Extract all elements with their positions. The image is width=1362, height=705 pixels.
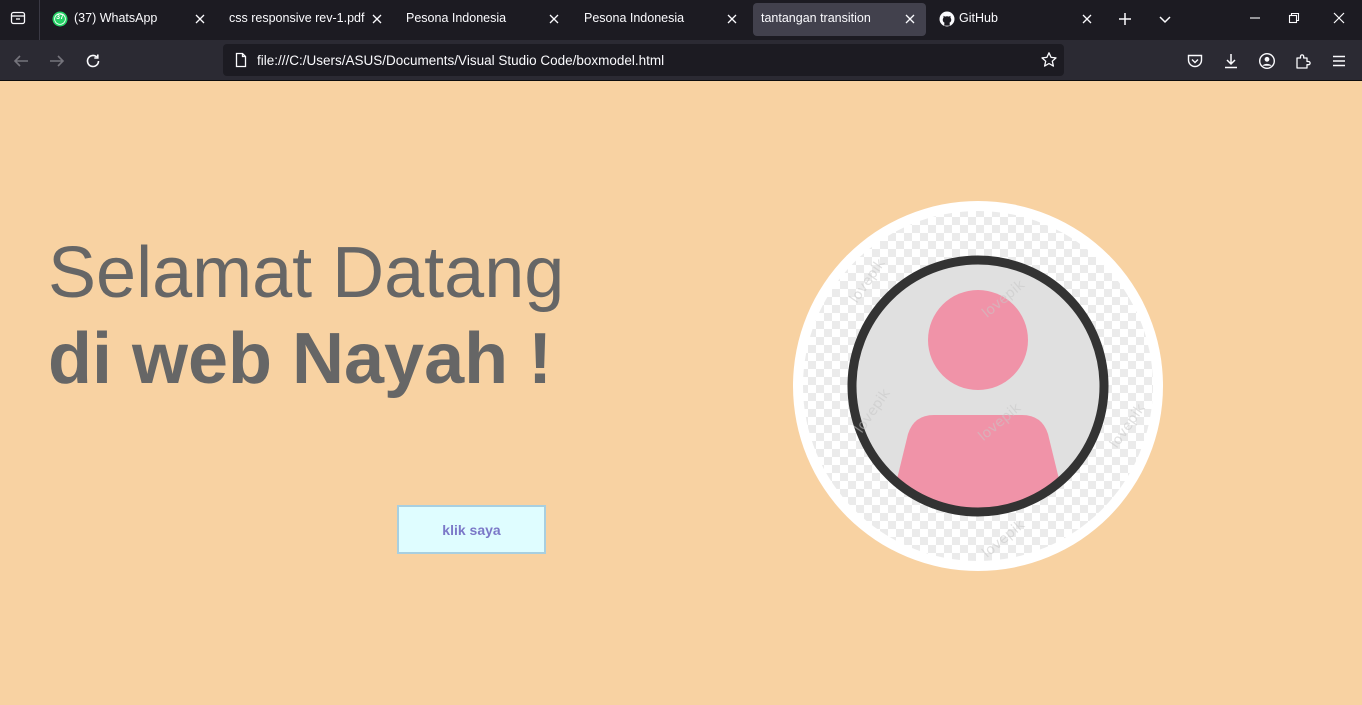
close-icon xyxy=(1333,12,1345,24)
arrow-right-icon xyxy=(50,55,65,67)
tab-title: (37) WhatsApp xyxy=(74,11,158,25)
heading-line-2: di web Nayah ! xyxy=(48,319,553,399)
avatar-head-shape xyxy=(928,290,1028,390)
extensions-button[interactable] xyxy=(1292,50,1314,72)
tab-title: css responsive rev-1.pdf xyxy=(229,11,365,25)
tab-title: Pesona Indonesia xyxy=(584,11,685,25)
tab-pesona-indonesia[interactable]: Pesona Indonesia xyxy=(396,3,570,36)
tab-title: Pesona Indonesia xyxy=(406,11,507,25)
tab-separator xyxy=(39,0,40,40)
minimize-icon xyxy=(1250,17,1260,19)
github-icon xyxy=(939,11,955,27)
plus-icon xyxy=(1119,13,1131,25)
close-tab-icon[interactable] xyxy=(192,11,208,27)
tab-strip: 37 (37) WhatsApp css responsive rev-1.pd… xyxy=(0,0,1362,40)
download-icon xyxy=(1225,54,1237,69)
forward-button[interactable] xyxy=(46,50,68,72)
url-bar[interactable]: file:///C:/Users/ASUS/Documents/Visual S… xyxy=(223,44,1064,76)
restore-button[interactable] xyxy=(1271,0,1317,36)
tab-pdf[interactable]: css responsive rev-1.pdf xyxy=(219,3,393,36)
menu-button[interactable] xyxy=(1328,50,1350,72)
chevron-down-icon xyxy=(1159,16,1171,24)
klik-saya-button[interactable]: klik saya xyxy=(397,505,546,554)
url-text: file:///C:/Users/ASUS/Documents/Visual S… xyxy=(257,53,665,68)
tab-title: tantangan transition xyxy=(761,11,871,25)
restore-icon xyxy=(1288,12,1300,24)
firefox-view-icon xyxy=(10,11,26,25)
hamburger-menu-icon xyxy=(1333,55,1345,67)
list-all-tabs-button[interactable] xyxy=(1152,6,1178,32)
reload-icon xyxy=(86,54,100,68)
tab-badge: 37 xyxy=(56,14,64,21)
close-tab-icon[interactable] xyxy=(369,11,385,27)
close-tab-icon[interactable] xyxy=(902,11,918,27)
avatar-image: lovepik lovepik lovepik lovepik lovepik … xyxy=(792,201,1164,573)
tab-tantangan-transition[interactable]: tantangan transition xyxy=(753,3,926,36)
firefox-view-button[interactable] xyxy=(0,0,36,36)
back-button[interactable] xyxy=(10,50,32,72)
account-button[interactable] xyxy=(1256,50,1278,72)
pocket-button[interactable] xyxy=(1184,50,1206,72)
tab-whatsapp[interactable]: 37 (37) WhatsApp xyxy=(42,3,216,36)
puzzle-icon xyxy=(1296,54,1311,69)
account-icon xyxy=(1258,52,1276,70)
page-content: Selamat Datang di web Nayah ! klik saya xyxy=(0,81,1362,705)
tab-title: GitHub xyxy=(959,11,998,25)
close-tab-icon[interactable] xyxy=(1079,11,1095,27)
tab-pesona-indonesia-2[interactable]: Pesona Indonesia xyxy=(574,3,748,36)
close-tab-icon[interactable] xyxy=(546,11,562,27)
file-icon xyxy=(233,52,249,68)
pocket-icon xyxy=(1187,54,1203,68)
navigation-toolbar: file:///C:/Users/ASUS/Documents/Visual S… xyxy=(0,40,1362,81)
downloads-button[interactable] xyxy=(1220,50,1242,72)
bookmark-star-icon[interactable] xyxy=(1040,51,1058,69)
tab-github[interactable]: GitHub xyxy=(929,3,1103,36)
welcome-heading: Selamat Datang di web Nayah ! xyxy=(48,231,564,403)
heading-line-1: Selamat Datang xyxy=(48,233,565,313)
reload-button[interactable] xyxy=(82,50,104,72)
close-window-button[interactable] xyxy=(1316,0,1362,36)
arrow-left-icon xyxy=(13,55,28,67)
close-tab-icon[interactable] xyxy=(724,11,740,27)
new-tab-button[interactable] xyxy=(1112,6,1138,32)
